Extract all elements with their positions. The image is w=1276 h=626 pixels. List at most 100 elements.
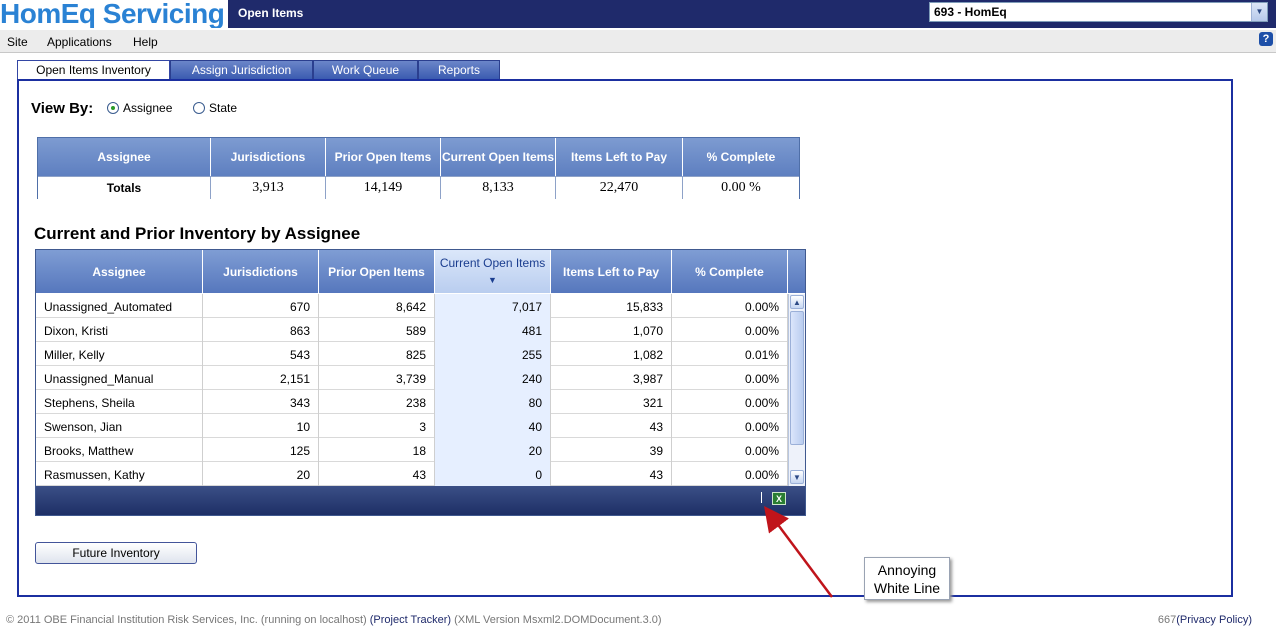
radio-state[interactable]	[193, 102, 205, 114]
cell-assignee: Stephens, Sheila	[36, 390, 203, 414]
cell-current-open: 7,017	[435, 294, 551, 318]
grid-header-pct-complete[interactable]: % Complete	[672, 250, 788, 293]
table-row[interactable]: Dixon, Kristi 863 589 481 1,070 0.00%	[36, 318, 788, 342]
cell-current-open: 80	[435, 390, 551, 414]
cell-items-left: 15,833	[551, 294, 672, 318]
grid-scrollbar[interactable]: ▲ ▼	[788, 294, 805, 486]
privacy-policy-link[interactable]: (Privacy Policy)	[1176, 614, 1252, 626]
tab-open-items-inventory[interactable]: Open Items Inventory	[17, 60, 170, 81]
grid-header-assignee[interactable]: Assignee	[36, 250, 203, 293]
cell-items-left: 43	[551, 462, 672, 486]
cell-pct-complete: 0.00%	[672, 438, 788, 462]
cell-assignee: Unassigned_Manual	[36, 366, 203, 390]
company-select[interactable]: 693 - HomEq ▼	[929, 2, 1268, 22]
cell-current-open: 0	[435, 462, 551, 486]
menu-site[interactable]: Site	[7, 35, 28, 49]
cell-assignee: Unassigned_Automated	[36, 294, 203, 318]
grid-footer: X	[36, 486, 805, 515]
totals-header-prior-open: Prior Open Items	[326, 138, 441, 176]
cell-jurisdictions: 20	[203, 462, 319, 486]
menu-applications[interactable]: Applications	[47, 35, 112, 49]
cell-current-open: 255	[435, 342, 551, 366]
grid-header-current-open[interactable]: Current Open Items ▼	[435, 250, 551, 293]
sort-descending-icon: ▼	[488, 275, 497, 285]
cell-items-left: 43	[551, 414, 672, 438]
cell-current-open: 20	[435, 438, 551, 462]
page-footer: © 2011 OBE Financial Institution Risk Se…	[6, 614, 662, 626]
radio-assignee[interactable]	[107, 102, 119, 114]
cell-current-open: 40	[435, 414, 551, 438]
callout-line-1: Annoying	[877, 562, 937, 578]
cell-pct-complete: 0.00%	[672, 462, 788, 486]
cell-prior-open: 825	[319, 342, 435, 366]
radio-state-label[interactable]: State	[209, 101, 237, 115]
page-title: Open Items	[238, 6, 304, 20]
annotation-callout: Annoying White Line	[864, 557, 950, 600]
totals-jurisdictions: 3,913	[211, 176, 326, 199]
grid-header-prior-open[interactable]: Prior Open Items	[319, 250, 435, 293]
cell-jurisdictions: 543	[203, 342, 319, 366]
cell-jurisdictions: 670	[203, 294, 319, 318]
totals-header-current-open: Current Open Items	[441, 138, 556, 176]
excel-export-icon[interactable]: X	[772, 492, 786, 505]
view-by-label: View By:	[31, 100, 94, 117]
cell-prior-open: 589	[319, 318, 435, 342]
callout-line-2: White Line	[873, 580, 941, 596]
cell-assignee: Dixon, Kristi	[36, 318, 203, 342]
cell-pct-complete: 0.00%	[672, 318, 788, 342]
cell-assignee: Swenson, Jian	[36, 414, 203, 438]
scroll-up-icon[interactable]: ▲	[790, 295, 804, 309]
table-row[interactable]: Rasmussen, Kathy 20 43 0 43 0.00%	[36, 462, 788, 486]
cell-items-left: 1,070	[551, 318, 672, 342]
grid-header-jurisdictions[interactable]: Jurisdictions	[203, 250, 319, 293]
cell-assignee: Rasmussen, Kathy	[36, 462, 203, 486]
totals-header-pct-complete: % Complete	[683, 138, 799, 176]
table-row[interactable]: Unassigned_Automated 670 8,642 7,017 15,833 0…	[36, 294, 788, 318]
grid-body: Unassigned_Automated 670 8,642 7,017 15,833 0…	[36, 294, 788, 486]
totals-table: Assignee Jurisdictions Prior Open Items …	[37, 137, 800, 199]
cell-prior-open: 3	[319, 414, 435, 438]
tab-assign-jurisdiction[interactable]: Assign Jurisdiction	[170, 60, 313, 79]
cell-pct-complete: 0.01%	[672, 342, 788, 366]
cell-jurisdictions: 2,151	[203, 366, 319, 390]
table-row[interactable]: Brooks, Matthew 125 18 20 39 0.00%	[36, 438, 788, 462]
tab-work-queue[interactable]: Work Queue	[313, 60, 418, 79]
cell-pct-complete: 0.00%	[672, 414, 788, 438]
table-row[interactable]: Unassigned_Manual 2,151 3,739 240 3,987 0.00%	[36, 366, 788, 390]
cell-jurisdictions: 863	[203, 318, 319, 342]
table-row[interactable]: Miller, Kelly 543 825 255 1,082 0.01%	[36, 342, 788, 366]
homeq-logo: HomEq Servicing	[0, 0, 228, 28]
footer-xml-version: (XML Version Msxml2.DOMDocument.3.0)	[451, 614, 662, 626]
cell-prior-open: 8,642	[319, 294, 435, 318]
grid-header-items-left[interactable]: Items Left to Pay	[551, 250, 672, 293]
cell-pct-complete: 0.00%	[672, 390, 788, 414]
cell-prior-open: 238	[319, 390, 435, 414]
project-tracker-link[interactable]: (Project Tracker)	[370, 614, 451, 626]
help-icon[interactable]: ?	[1259, 32, 1273, 46]
inventory-grid: Assignee Jurisdictions Prior Open Items …	[35, 249, 806, 516]
radio-assignee-label[interactable]: Assignee	[123, 101, 172, 115]
totals-current-open: 8,133	[441, 176, 556, 199]
totals-label: Totals	[38, 176, 211, 199]
grid-header-scroll-spacer	[788, 250, 805, 293]
cell-jurisdictions: 125	[203, 438, 319, 462]
inventory-title: Current and Prior Inventory by Assignee	[34, 224, 361, 243]
scroll-down-icon[interactable]: ▼	[790, 470, 804, 484]
cell-prior-open: 43	[319, 462, 435, 486]
cell-jurisdictions: 343	[203, 390, 319, 414]
totals-prior-open: 14,149	[326, 176, 441, 199]
cell-items-left: 3,987	[551, 366, 672, 390]
cell-assignee: Brooks, Matthew	[36, 438, 203, 462]
tab-reports[interactable]: Reports	[418, 60, 500, 79]
scroll-thumb[interactable]	[790, 311, 804, 445]
white-line-artifact	[761, 492, 762, 503]
totals-items-left: 22,470	[556, 176, 683, 199]
cell-pct-complete: 0.00%	[672, 366, 788, 390]
table-row[interactable]: Swenson, Jian 10 3 40 43 0.00%	[36, 414, 788, 438]
cell-items-left: 1,082	[551, 342, 672, 366]
menu-help[interactable]: Help	[133, 35, 158, 49]
footer-copyright: © 2011 OBE Financial Institution Risk Se…	[6, 614, 370, 626]
chevron-down-icon[interactable]: ▼	[1251, 3, 1267, 21]
table-row[interactable]: Stephens, Sheila 343 238 80 321 0.00%	[36, 390, 788, 414]
future-inventory-button[interactable]: Future Inventory	[35, 542, 197, 564]
